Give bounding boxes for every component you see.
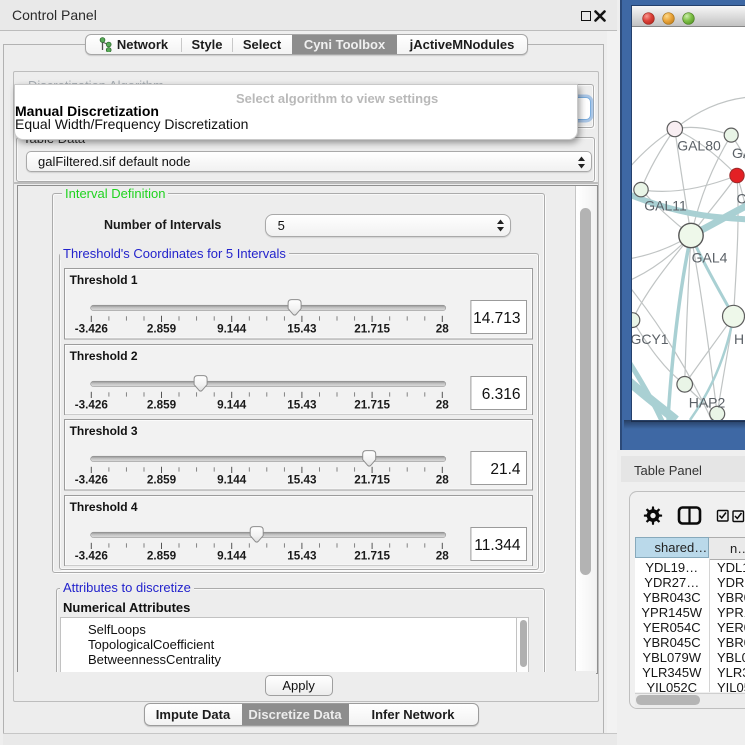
svg-text:21.4: 21.4 bbox=[490, 461, 521, 478]
svg-text:GAL4: GAL4 bbox=[691, 250, 727, 266]
svg-text:2.859: 2.859 bbox=[147, 549, 177, 562]
svg-text:21.715: 21.715 bbox=[354, 398, 390, 411]
svg-text:2.859: 2.859 bbox=[147, 398, 177, 411]
svg-text:Threshold 3: Threshold 3 bbox=[69, 424, 137, 438]
svg-text:2.859: 2.859 bbox=[147, 474, 177, 487]
svg-text:9.144: 9.144 bbox=[217, 474, 247, 487]
svg-text:21.715: 21.715 bbox=[354, 474, 390, 487]
svg-text:6.316: 6.316 bbox=[481, 385, 520, 402]
svg-text:GA: GA bbox=[732, 145, 745, 161]
svg-text:28: 28 bbox=[435, 323, 449, 336]
svg-text:28: 28 bbox=[435, 549, 449, 562]
svg-text:28: 28 bbox=[435, 398, 449, 411]
svg-text:Threshold 4: Threshold 4 bbox=[69, 500, 137, 514]
svg-text:15.43: 15.43 bbox=[287, 323, 317, 336]
svg-text:-3.426: -3.426 bbox=[74, 549, 108, 562]
svg-text:GAL11: GAL11 bbox=[644, 198, 687, 214]
svg-text:H: H bbox=[734, 331, 744, 347]
svg-text:9.144: 9.144 bbox=[217, 398, 247, 411]
svg-text:9.144: 9.144 bbox=[217, 323, 247, 336]
svg-text:GAL80: GAL80 bbox=[677, 138, 721, 154]
svg-text:28: 28 bbox=[435, 474, 449, 487]
svg-text:-3.426: -3.426 bbox=[74, 398, 108, 411]
svg-text:15.43: 15.43 bbox=[287, 474, 317, 487]
svg-text:15.43: 15.43 bbox=[287, 398, 317, 411]
svg-text:C: C bbox=[736, 191, 745, 207]
svg-text:Threshold 2: Threshold 2 bbox=[69, 349, 137, 363]
svg-text:-3.426: -3.426 bbox=[74, 323, 108, 336]
svg-text:14.713: 14.713 bbox=[473, 310, 520, 327]
svg-text:9.144: 9.144 bbox=[217, 549, 247, 562]
svg-text:Threshold 1: Threshold 1 bbox=[69, 273, 137, 287]
svg-text:HAP2: HAP2 bbox=[688, 395, 725, 411]
svg-text:2.859: 2.859 bbox=[147, 323, 177, 336]
svg-text:GCY1: GCY1 bbox=[632, 331, 669, 347]
svg-text:11.344: 11.344 bbox=[474, 536, 521, 553]
svg-text:-3.426: -3.426 bbox=[74, 474, 108, 487]
svg-text:21.715: 21.715 bbox=[354, 323, 390, 336]
svg-text:21.715: 21.715 bbox=[354, 549, 390, 562]
svg-text:15.43: 15.43 bbox=[287, 549, 317, 562]
